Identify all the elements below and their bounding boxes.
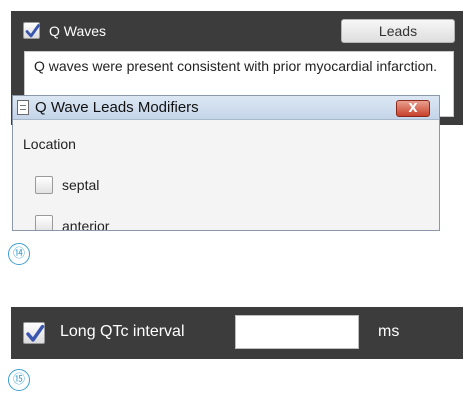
q-waves-checkbox[interactable] (23, 22, 40, 39)
septal-label: septal (62, 177, 100, 193)
checkmark-icon (25, 24, 40, 38)
long-qtc-checkbox[interactable] (23, 322, 45, 344)
close-icon: X (408, 101, 418, 115)
anterior-checkbox[interactable] (35, 215, 53, 230)
close-button[interactable]: X (396, 100, 430, 117)
ms-unit-label: ms (378, 323, 400, 340)
step-number-14: ⑭ (8, 243, 30, 265)
long-qtc-panel: Long QTc interval ms (11, 307, 463, 359)
checkmark-icon (26, 324, 45, 342)
location-label: Location (23, 136, 76, 152)
qtc-interval-input[interactable] (235, 315, 359, 349)
anterior-label: anterior (62, 218, 110, 231)
step-number-15: ⑮ (8, 369, 30, 391)
long-qtc-label: Long QTc interval (60, 323, 185, 340)
q-wave-leads-modifiers-dialog: Q Wave Leads Modifiers X Location septal… (12, 95, 440, 231)
document-icon (17, 100, 29, 115)
septal-checkbox[interactable] (35, 176, 53, 194)
q-waves-label: Q Waves (49, 23, 107, 39)
dialog-title: Q Wave Leads Modifiers (35, 99, 199, 116)
dialog-title-bar[interactable]: Q Wave Leads Modifiers X (13, 96, 439, 120)
leads-button[interactable]: Leads (341, 19, 455, 43)
